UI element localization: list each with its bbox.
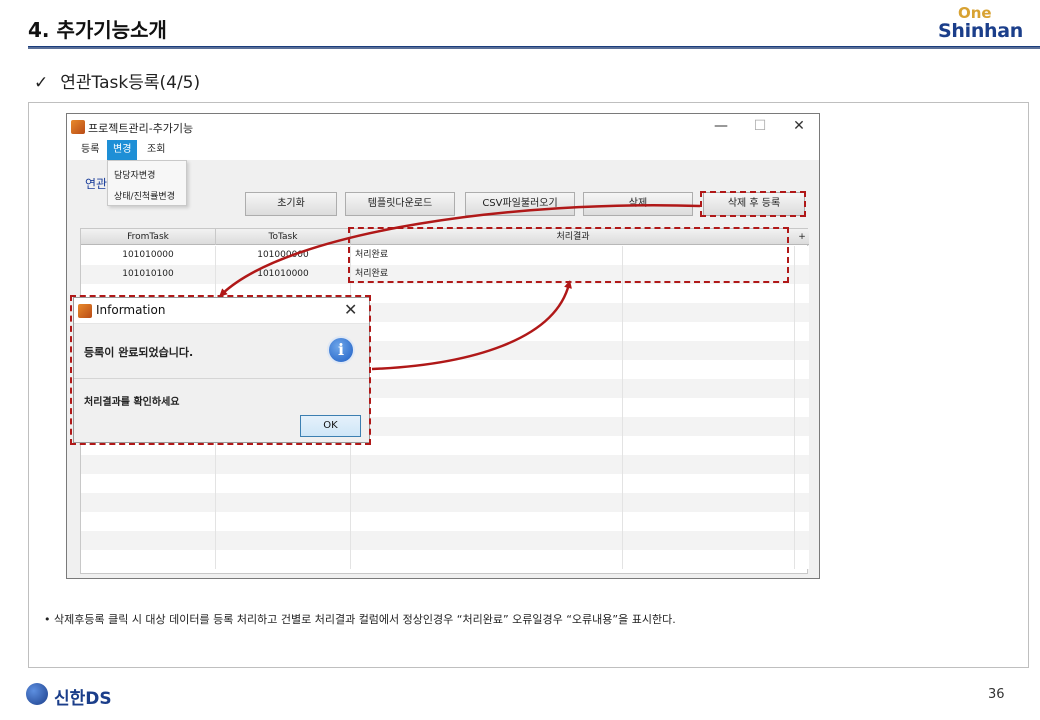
footnote: • 삭제후등록 클릭 시 대상 데이터를 등록 처리하고 건별로 처리결과 컬럼…: [44, 613, 676, 626]
shinhan-ds-logo-icon: [26, 683, 48, 705]
arrow-to-result: [371, 280, 572, 371]
page-number: 36: [988, 687, 1005, 702]
arrow-to-dialog: [219, 204, 701, 297]
footer-logo-text: 신한DS: [54, 689, 112, 709]
